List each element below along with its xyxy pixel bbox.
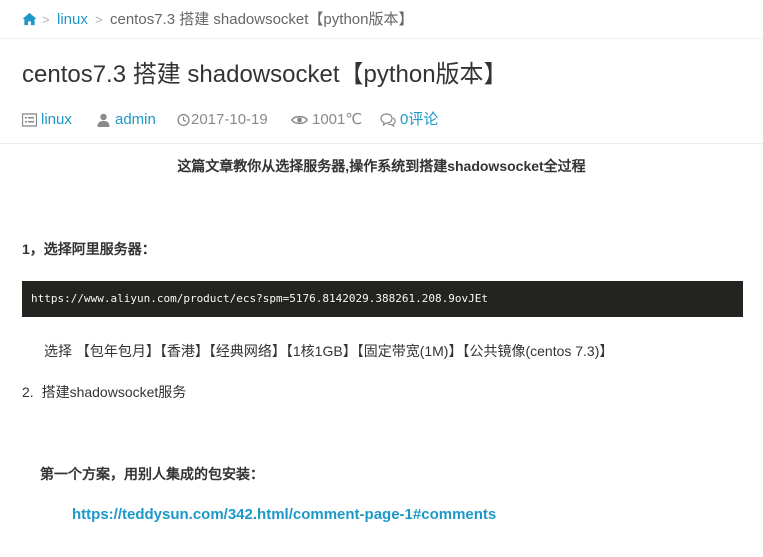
meta-date-text: 2017-10-19 [191, 111, 268, 128]
breadcrumb-separator: > [42, 12, 50, 27]
comments-icon [380, 113, 396, 127]
meta-category-link[interactable]: linux [41, 110, 72, 130]
meta-views: 1001℃ [291, 110, 362, 130]
meta-date: 2017-10-19 [177, 110, 268, 130]
step2-text: 搭建shadowsocket服务 [41, 384, 187, 400]
meta-views-text: 1001℃ [312, 111, 363, 128]
eye-icon [291, 115, 308, 125]
meta-comments-link[interactable]: 0评论 [400, 110, 438, 130]
breadcrumb-separator: > [95, 12, 103, 27]
meta-category: linux [22, 110, 72, 130]
step2-number: 2. [22, 384, 34, 400]
code-block: https://www.aliyun.com/product/ecs?spm=5… [22, 281, 743, 317]
plan1-heading: 第一个方案，用别人集成的包安装： [40, 466, 264, 482]
clock-icon [177, 113, 190, 127]
breadcrumb: > linux > centos7.3 搭建 shadowsocket【pyth… [0, 0, 763, 39]
user-icon [97, 113, 110, 127]
meta-comments: 0评论 [380, 110, 438, 130]
code-url: https://www.aliyun.com/product/ecs?spm=5… [31, 292, 488, 305]
breadcrumb-link-linux[interactable]: linux [57, 10, 88, 30]
plan1-link[interactable]: https://teddysun.com/342.html/comment-pa… [72, 505, 496, 525]
header-divider [0, 143, 763, 144]
intro-paragraph: 这篇文章教你从选择服务器,操作系统到搭建shadowsocket全过程 [177, 158, 586, 174]
step2-heading: 2. 搭建shadowsocket服务 [22, 382, 186, 402]
list-icon [22, 113, 37, 127]
selection-paragraph: 选择 【包年包月】【香港】【经典网络】【1核1GB】【固定带宽(1M)】【公共镜… [44, 343, 614, 359]
home-icon[interactable] [22, 12, 37, 26]
meta-author-link[interactable]: admin [115, 110, 156, 130]
breadcrumb-current: centos7.3 搭建 shadowsocket【python版本】 [110, 11, 414, 28]
meta-author: admin [96, 110, 156, 130]
page-title: centos7.3 搭建 shadowsocket【python版本】 [22, 61, 508, 88]
step1-heading: 1，选择阿里服务器： [22, 241, 156, 257]
